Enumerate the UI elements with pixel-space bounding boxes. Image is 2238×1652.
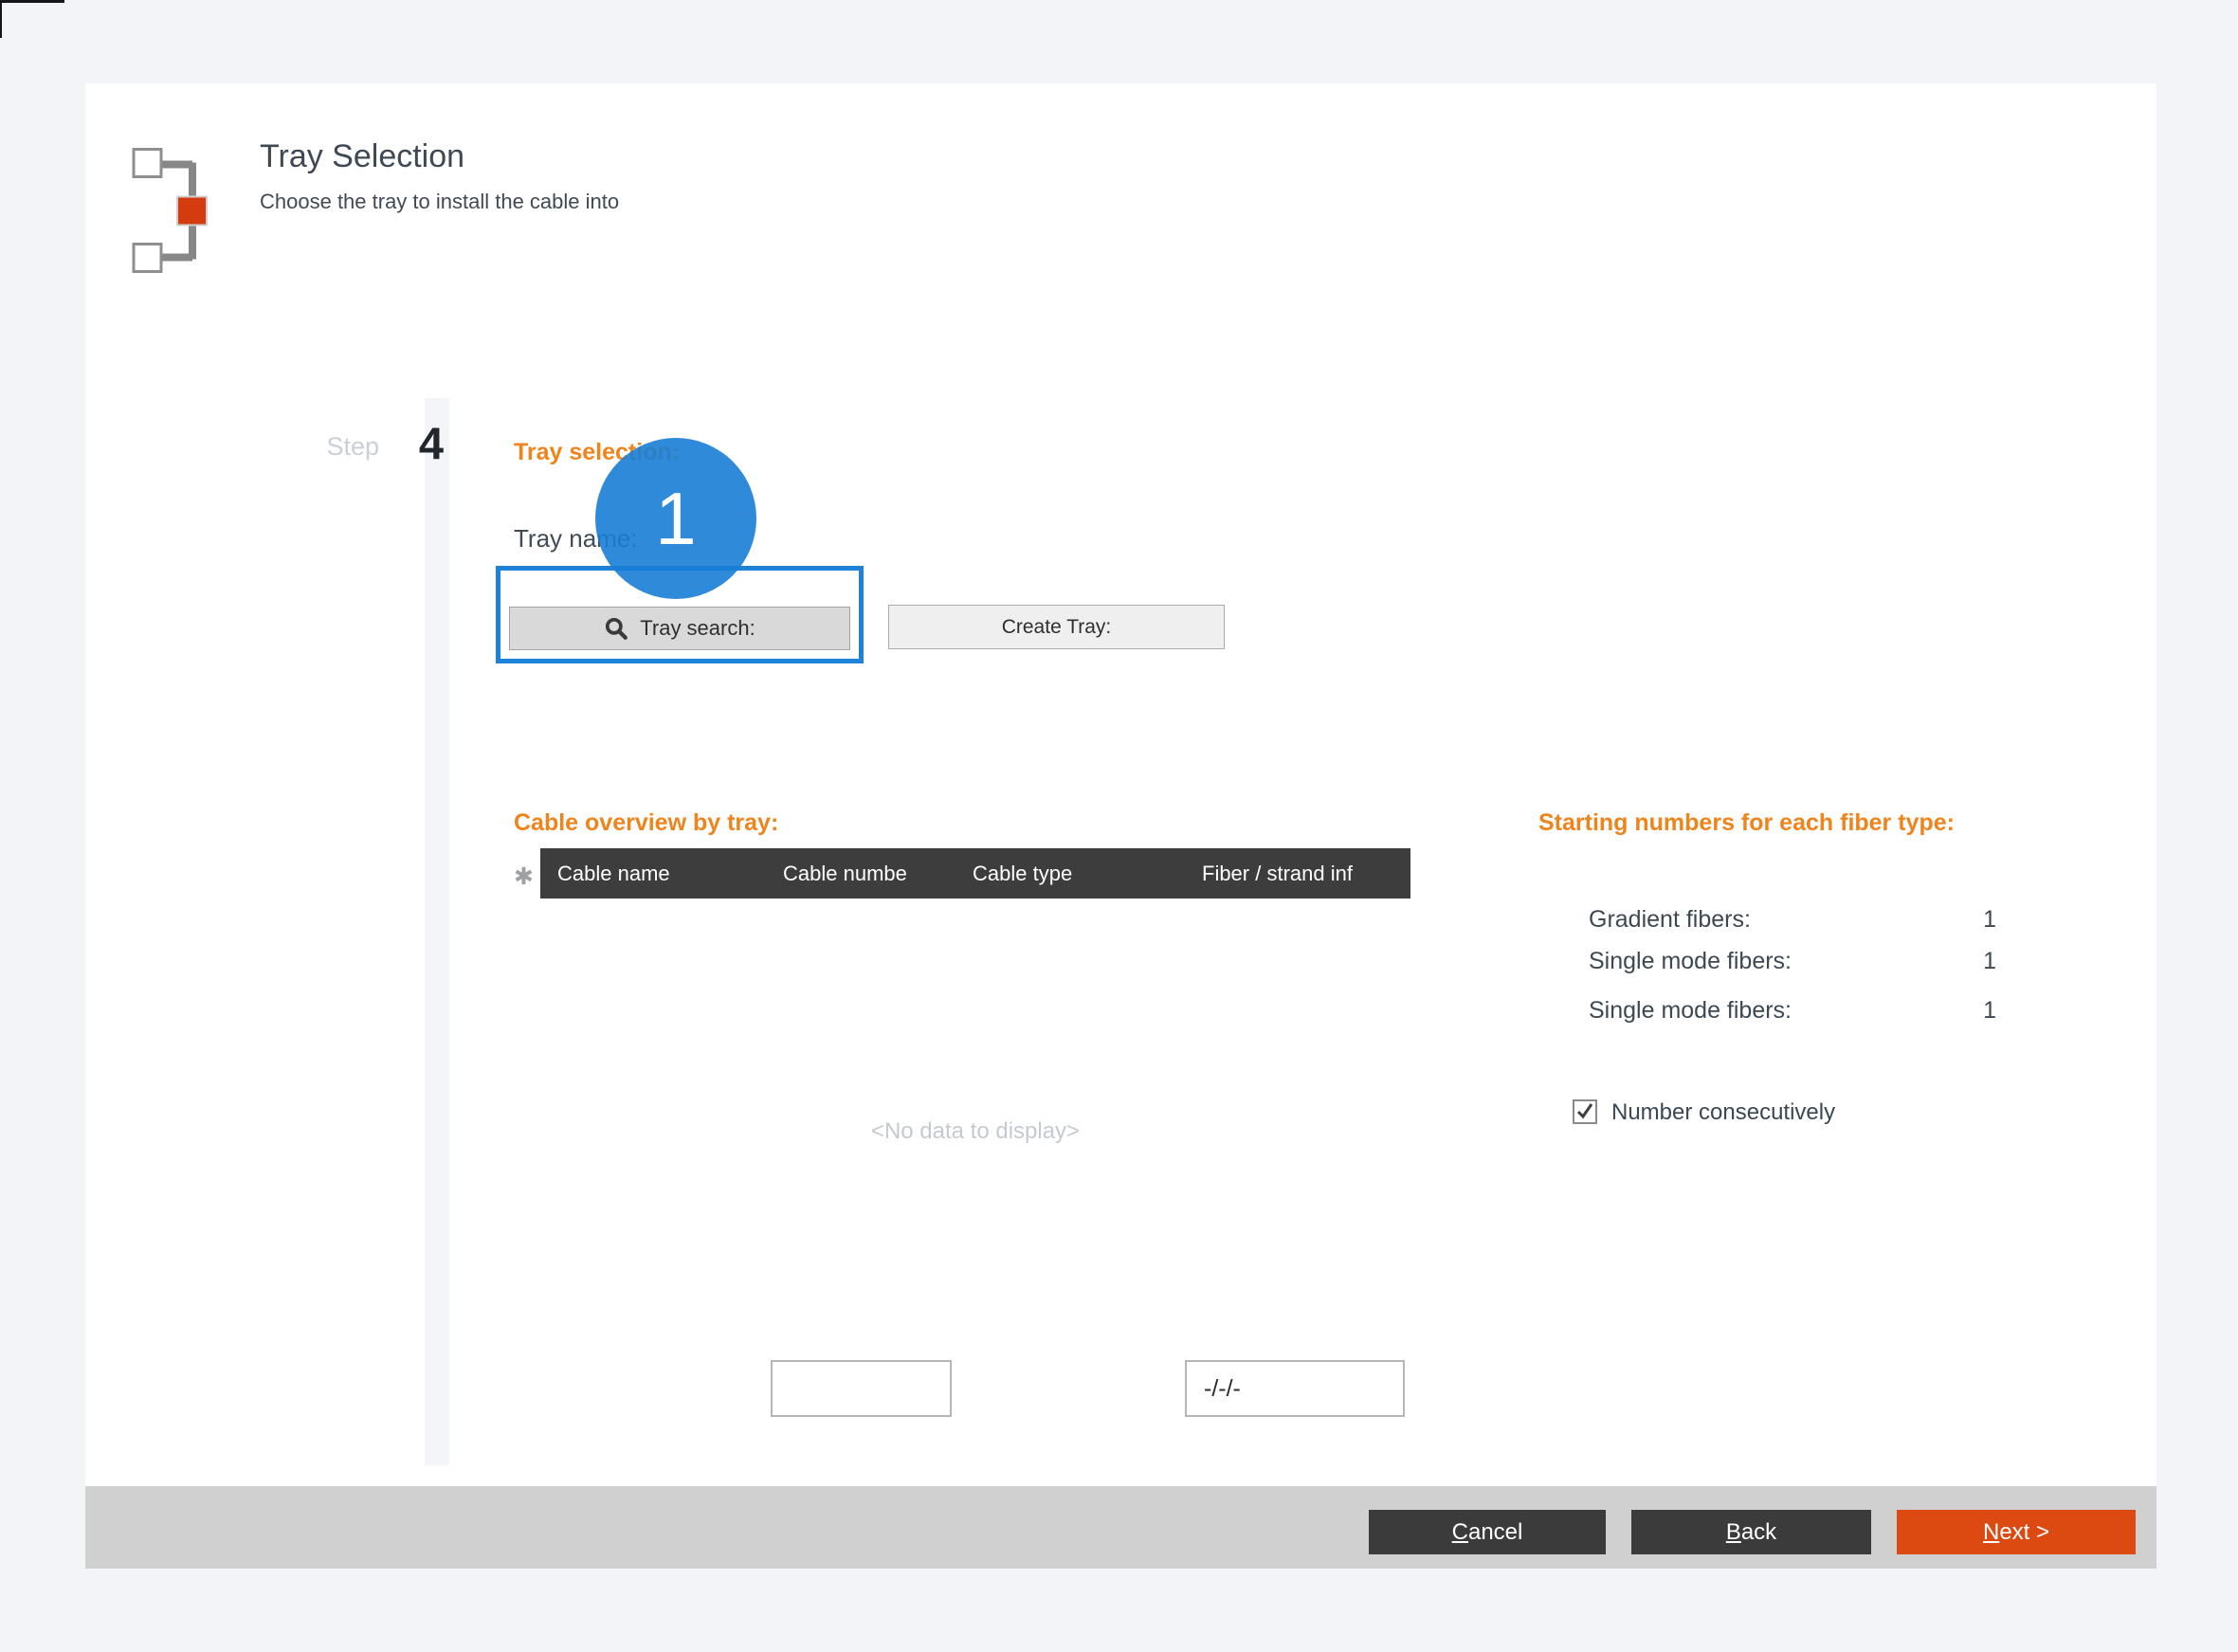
step-number: 4 (406, 417, 457, 469)
footer-button-bar: Cancel Back Next > (85, 1486, 2156, 1569)
screen-edge-artifact-left (0, 0, 2, 38)
wizard-window: Tray Selection Choose the tray to instal… (0, 0, 2238, 1652)
starting-numbers-heading: Starting numbers for each fiber type: (1538, 809, 1955, 837)
grid-column-fiber-strand-info[interactable]: Fiber / strand inf (1202, 848, 1353, 899)
number-consecutively-checkbox[interactable] (1573, 1099, 1597, 1124)
wizard-card: Tray Selection Choose the tray to instal… (85, 83, 2156, 1569)
wizard-step-tree-icon (131, 146, 218, 275)
checkmark-icon (1574, 1101, 1595, 1122)
back-button[interactable]: Back (1631, 1510, 1871, 1554)
fiber-row-label: Gradient fibers: (1589, 906, 1751, 934)
grid-filter-input-2[interactable] (1185, 1360, 1405, 1417)
page-subtitle: Choose the tray to install the cable int… (260, 190, 619, 214)
create-tray-button[interactable]: Create Tray: (888, 605, 1225, 649)
fiber-row-label: Single mode fibers: (1589, 997, 1792, 1025)
new-row-indicator-icon: ✱ (514, 862, 534, 891)
tray-search-button[interactable]: Tray search: (509, 607, 850, 650)
fiber-row-single-mode-2: Single mode fibers: 1 (1589, 995, 1996, 1026)
grid-empty-message: <No data to display> (540, 1118, 1410, 1145)
step-label: Step (265, 432, 379, 462)
grid-filter-input-1[interactable] (771, 1360, 952, 1417)
fiber-row-value: 1 (1983, 948, 1996, 975)
page-title: Tray Selection (260, 138, 464, 175)
cable-overview-heading: Cable overview by tray: (514, 809, 778, 837)
fiber-row-value: 1 (1983, 997, 1996, 1025)
grid-column-cable-number[interactable]: Cable numbe (783, 848, 907, 899)
fiber-row-single-mode-1: Single mode fibers: 1 (1589, 946, 1996, 976)
grid-column-cable-name[interactable]: Cable name (557, 848, 670, 899)
fiber-row-value: 1 (1983, 906, 1996, 934)
screen-edge-artifact-top (0, 0, 64, 3)
annotation-step-badge: 1 (595, 438, 756, 599)
fiber-row-label: Single mode fibers: (1589, 948, 1792, 975)
number-consecutively-label: Number consecutively (1611, 1099, 1835, 1126)
fiber-row-gradient: Gradient fibers: 1 (1589, 904, 1996, 935)
search-icon (604, 616, 628, 641)
cancel-button[interactable]: Cancel (1369, 1510, 1606, 1554)
tray-search-button-label: Tray search: (640, 616, 755, 641)
annotation-step-badge-number: 1 (655, 476, 696, 562)
next-button[interactable]: Next > (1897, 1510, 2136, 1554)
grid-column-cable-type[interactable]: Cable type (973, 848, 1072, 899)
step-progress-bar (425, 398, 449, 1465)
create-tray-button-label: Create Tray: (1002, 616, 1112, 639)
grid-header-row: Cable name Cable numbe Cable type Fiber … (540, 848, 1410, 899)
